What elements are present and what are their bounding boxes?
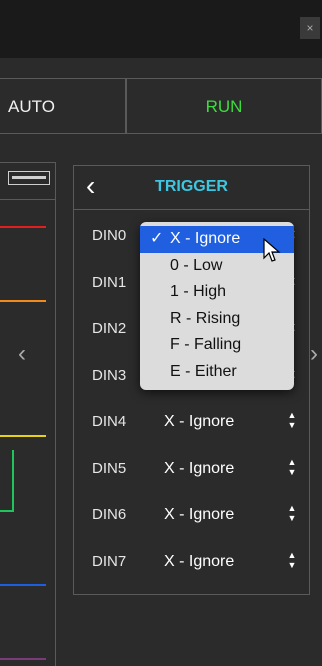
dropdown-option[interactable]: F - Falling xyxy=(140,332,294,359)
din-label: DIN2 xyxy=(92,320,127,337)
select-arrows-icon[interactable]: ▲▼ xyxy=(287,503,297,523)
channel-list xyxy=(0,199,56,666)
din-row-4[interactable]: DIN4 X - Ignore ▲ ▼ xyxy=(74,402,309,442)
channel-line xyxy=(0,435,46,437)
din-row-5[interactable]: DIN5 X - Ignore ▲ ▼ xyxy=(74,449,309,489)
dropdown-option-label: X - Ignore xyxy=(170,230,241,247)
din-label: DIN3 xyxy=(92,367,127,384)
din-label: DIN7 xyxy=(92,553,127,570)
mode-row: AUTO RUN xyxy=(0,78,322,134)
channel-line xyxy=(0,584,46,586)
din-select-value[interactable]: X - Ignore xyxy=(164,553,234,571)
run-button[interactable]: RUN xyxy=(126,78,322,134)
dropdown-option-label: F - Falling xyxy=(170,336,242,353)
auto-button[interactable]: AUTO xyxy=(0,78,126,134)
dropdown-option-label: R - Rising xyxy=(170,309,241,327)
select-arrows-icon[interactable]: ▲▼ xyxy=(287,410,297,430)
dropdown-option-label: E - Either xyxy=(170,362,237,380)
channel-trace xyxy=(12,450,14,510)
select-arrows-icon[interactable]: ▲▼ xyxy=(287,457,297,477)
chevron-right-icon[interactable]: › xyxy=(310,340,322,367)
channel-line xyxy=(0,510,14,512)
dropdown-option[interactable]: R - Rising xyxy=(140,306,294,333)
menu-toggle-icon[interactable] xyxy=(8,171,50,185)
checkmark-icon: ✓ xyxy=(150,230,164,247)
din-row-6[interactable]: DIN6 X - Ignore ▲ ▼ xyxy=(74,495,309,535)
din-label: DIN1 xyxy=(92,274,127,291)
din-label: DIN4 xyxy=(92,413,127,430)
close-button[interactable]: × xyxy=(300,17,320,39)
dropdown-option[interactable]: 1 - High xyxy=(140,279,294,306)
din-label: DIN5 xyxy=(92,460,127,477)
channel-line xyxy=(0,226,46,228)
channel-line xyxy=(0,658,46,660)
select-arrows-icon[interactable]: ▲▼ xyxy=(287,550,297,570)
trigger-header: ‹ TRIGGER xyxy=(74,166,309,210)
auto-label: AUTO xyxy=(8,97,55,116)
run-label: RUN xyxy=(205,97,243,116)
chevron-left-icon[interactable]: ‹ xyxy=(18,340,34,367)
trigger-title: TRIGGER xyxy=(155,178,228,195)
din-row-7[interactable]: DIN7 X - Ignore ▲ ▼ xyxy=(74,542,309,582)
din-select-value[interactable]: X - Ignore xyxy=(164,413,234,431)
din-label: DIN6 xyxy=(92,506,127,523)
channel-line xyxy=(0,300,46,302)
din-select-value[interactable]: X - Ignore xyxy=(164,460,234,478)
dropdown-option-label: 0 - Low xyxy=(170,256,223,274)
mouse-cursor-icon xyxy=(263,238,281,262)
title-bar: × xyxy=(0,0,322,58)
din-label: DIN0 xyxy=(92,227,127,244)
din-select-value[interactable]: X - Ignore xyxy=(164,506,234,524)
dropdown-option[interactable]: E - Either xyxy=(140,359,294,386)
dropdown-option-label: 1 - High xyxy=(170,283,227,300)
channel-panel xyxy=(0,162,56,666)
